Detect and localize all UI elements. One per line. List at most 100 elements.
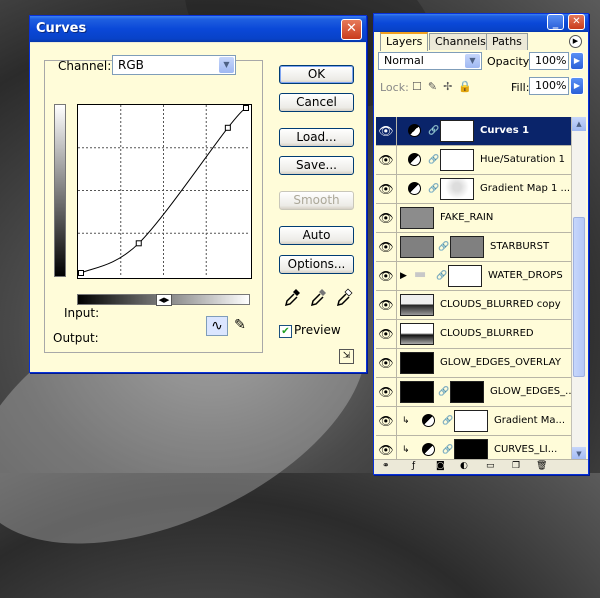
visibility-eye-icon[interactable]: 👁 bbox=[376, 320, 397, 348]
options-button[interactable]: Options... bbox=[279, 255, 354, 274]
layer-row[interactable]: 👁 ↳ 🔗 Gradient Ma... bbox=[376, 407, 571, 436]
tab-layers[interactable]: Layers bbox=[380, 32, 429, 51]
opacity-input[interactable]: 100% bbox=[529, 52, 569, 70]
layer-row[interactable]: 👁 CLOUDS_BLURRED bbox=[376, 320, 571, 349]
channel-value: RGB bbox=[118, 58, 144, 72]
blend-mode-select[interactable]: Normal ▼ bbox=[378, 52, 482, 70]
mask-link-icon[interactable]: 🔗 bbox=[428, 184, 439, 194]
mask-thumbnail bbox=[440, 120, 474, 142]
smooth-button: Smooth bbox=[279, 191, 354, 210]
lock-icons[interactable]: ☐✎✢🔒 bbox=[412, 80, 478, 93]
expand-view-icon[interactable]: ⇲ bbox=[339, 349, 354, 364]
adjustment-layer-icon bbox=[422, 414, 435, 427]
visibility-eye-icon[interactable]: 👁 bbox=[376, 117, 397, 145]
layer-thumbnail bbox=[400, 352, 434, 374]
new-group-icon[interactable]: ▭ bbox=[486, 461, 495, 471]
adjustment-layer-icon bbox=[408, 182, 421, 195]
layer-row[interactable]: 👁 🔗 GLOW_EDGES_... bbox=[376, 378, 571, 407]
save-button[interactable]: Save... bbox=[279, 156, 354, 175]
curve-point-2[interactable] bbox=[224, 124, 231, 131]
expand-group-icon[interactable]: ▶ bbox=[400, 271, 407, 281]
visibility-eye-icon[interactable]: 👁 bbox=[376, 175, 397, 203]
minimize-icon[interactable]: _ bbox=[547, 14, 564, 30]
layer-row[interactable]: 👁 ↳ 🔗 CURVES_LI... bbox=[376, 436, 571, 461]
fill-arrow-icon[interactable]: ▶ bbox=[570, 77, 584, 95]
white-eyedropper-icon[interactable] bbox=[337, 288, 353, 306]
layer-row[interactable]: 👁 🔗 Hue/Saturation 1 bbox=[376, 146, 571, 175]
mask-link-icon[interactable]: 🔗 bbox=[442, 445, 453, 455]
scroll-up-icon[interactable]: ▲ bbox=[572, 117, 586, 131]
curve-tool-icon[interactable]: ∿ bbox=[206, 316, 228, 336]
mask-link-icon[interactable]: 🔗 bbox=[438, 387, 449, 397]
visibility-eye-icon[interactable]: 👁 bbox=[376, 146, 397, 174]
mask-link-icon[interactable]: 🔗 bbox=[428, 155, 439, 165]
layer-name: Gradient Ma... bbox=[494, 415, 565, 426]
mask-thumbnail bbox=[440, 149, 474, 171]
add-mask-icon[interactable]: ◙ bbox=[436, 461, 445, 471]
mask-link-icon[interactable]: 🔗 bbox=[436, 271, 447, 281]
layer-row[interactable]: 👁 🔗 Gradient Map 1 ... bbox=[376, 175, 571, 204]
curve-point-3[interactable] bbox=[243, 105, 249, 111]
palette-menu-icon[interactable]: ▶ bbox=[569, 35, 582, 48]
clip-arrow-icon: ↳ bbox=[402, 416, 410, 426]
layer-row[interactable]: 👁 GLOW_EDGES_OVERLAY bbox=[376, 349, 571, 378]
trash-icon[interactable]: 🗑 bbox=[536, 461, 547, 471]
auto-button[interactable]: Auto bbox=[279, 226, 354, 245]
layer-row[interactable]: 👁 CLOUDS_BLURRED copy bbox=[376, 291, 571, 320]
visibility-eye-icon[interactable]: 👁 bbox=[376, 407, 397, 435]
load-button[interactable]: Load... bbox=[279, 128, 354, 147]
visibility-eye-icon[interactable]: 👁 bbox=[376, 262, 397, 290]
scroll-thumb[interactable] bbox=[573, 217, 585, 377]
ok-button[interactable]: OK bbox=[279, 65, 354, 84]
layers-titlebar[interactable]: _ ✕ bbox=[374, 14, 588, 32]
layer-name: Hue/Saturation 1 bbox=[480, 154, 566, 165]
layer-thumbnail bbox=[400, 236, 434, 258]
new-layer-icon[interactable]: ❐ bbox=[512, 461, 520, 471]
visibility-eye-icon[interactable]: 👁 bbox=[376, 291, 397, 319]
blend-mode-value: Normal bbox=[384, 54, 424, 67]
swap-gradient-icon[interactable]: ◀▶ bbox=[156, 294, 172, 306]
link-layers-icon[interactable]: ⚭ bbox=[382, 461, 390, 471]
cancel-button[interactable]: Cancel bbox=[279, 93, 354, 112]
visibility-eye-icon[interactable]: 👁 bbox=[376, 233, 397, 261]
fill-value: 100% bbox=[535, 79, 567, 92]
visibility-eye-icon[interactable]: 👁 bbox=[376, 436, 397, 461]
mask-link-icon[interactable]: 🔗 bbox=[442, 416, 453, 426]
output-label: Output: bbox=[53, 331, 99, 345]
opacity-arrow-icon[interactable]: ▶ bbox=[570, 52, 584, 70]
curve-point-1[interactable] bbox=[135, 240, 142, 247]
curve-graph[interactable] bbox=[77, 104, 252, 279]
tab-channels[interactable]: Channels bbox=[429, 33, 492, 50]
layer-name: Curves 1 bbox=[480, 125, 530, 136]
adjustment-layer-icon bbox=[422, 443, 435, 456]
palette-tabs: Layers Channels Paths ▶ bbox=[376, 32, 584, 51]
curves-title: Curves bbox=[36, 21, 87, 36]
layer-row[interactable]: 👁 🔗 STARBURST bbox=[376, 233, 571, 262]
curve-point-0[interactable] bbox=[78, 270, 84, 276]
pencil-tool-icon[interactable]: ✎ bbox=[230, 316, 250, 334]
preview-checkbox[interactable]: ✔ bbox=[279, 325, 292, 338]
gray-eyedropper-icon[interactable] bbox=[311, 288, 327, 306]
fill-input[interactable]: 100% bbox=[529, 77, 569, 95]
layers-scrollbar[interactable]: ▲ ▼ bbox=[571, 117, 586, 461]
layer-list: 👁 🔗 Curves 1 👁 🔗 Hue/Saturation 1 👁 🔗 Gradient M… bbox=[376, 117, 571, 461]
palette-close-icon[interactable]: ✕ bbox=[568, 14, 585, 30]
close-button[interactable]: ✕ bbox=[341, 19, 362, 40]
curves-titlebar[interactable]: Curves ✕ bbox=[30, 16, 366, 42]
channel-select[interactable]: RGB ▼ bbox=[112, 55, 236, 75]
layer-row[interactable]: 👁 FAKE_RAIN bbox=[376, 204, 571, 233]
tab-paths[interactable]: Paths bbox=[486, 33, 528, 50]
new-adjustment-icon[interactable]: ◐ bbox=[460, 461, 468, 471]
black-eyedropper-icon[interactable] bbox=[285, 288, 301, 306]
clip-arrow-icon: ↳ bbox=[402, 445, 410, 455]
channel-label: Channel: bbox=[58, 59, 112, 73]
mask-link-icon[interactable]: 🔗 bbox=[438, 242, 449, 252]
layer-row[interactable]: 👁 ▶ ▬ 🔗 WATER_DROPS bbox=[376, 262, 571, 291]
layer-row[interactable]: 👁 🔗 Curves 1 bbox=[376, 117, 571, 146]
output-gradient-bar bbox=[54, 104, 66, 277]
visibility-eye-icon[interactable]: 👁 bbox=[376, 349, 397, 377]
mask-link-icon[interactable]: 🔗 bbox=[428, 126, 439, 136]
visibility-eye-icon[interactable]: 👁 bbox=[376, 378, 397, 406]
visibility-eye-icon[interactable]: 👁 bbox=[376, 204, 397, 232]
layer-style-icon[interactable]: ƒ bbox=[412, 461, 415, 471]
